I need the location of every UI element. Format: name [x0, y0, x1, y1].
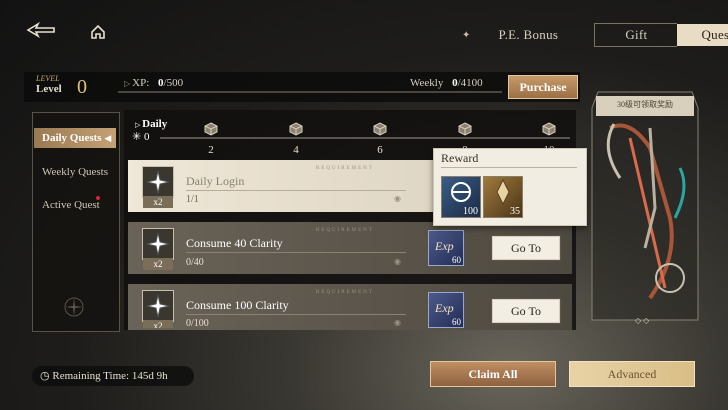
sidebar-item-label: Daily Quests: [42, 132, 102, 144]
reward-popup-divider: [441, 167, 577, 168]
reward-item-token-icon[interactable]: 100: [441, 176, 481, 218]
top-tabs: ✦ P.E. Bonus Gift Quest: [462, 23, 728, 47]
exp-reward-icon[interactable]: Exp 60: [428, 230, 464, 266]
go-to-button[interactable]: Go To: [492, 299, 560, 323]
quest-title: Daily Login: [186, 174, 245, 188]
requirement-label: REQUIREMENT: [316, 228, 374, 233]
exp-reward-icon[interactable]: Exp 60: [428, 292, 464, 328]
milestone-value: 6: [377, 144, 383, 156]
tab-gift[interactable]: Gift: [594, 23, 678, 47]
weekly-total: /4100: [457, 77, 483, 89]
eye-icon[interactable]: ◉: [394, 257, 401, 266]
level-bar: [24, 72, 580, 102]
daily-count: ✳ 0: [132, 130, 149, 143]
star-emblem-icon: [142, 290, 174, 322]
quest-progress-bar: [186, 190, 406, 191]
sparkle-icon: ✳: [132, 131, 144, 143]
reward-item-crystal-icon[interactable]: 35: [483, 176, 523, 218]
weekly-label: Weekly: [410, 77, 444, 89]
showcase-caption: 30级可领取奖励: [617, 100, 673, 109]
exp-emblem: Exp: [435, 239, 454, 253]
xp-label: XP:: [132, 77, 150, 89]
reward-count: 60: [452, 317, 461, 327]
remaining-time: ◷ Remaining Time: 145d 9h: [32, 366, 194, 386]
quest-title: Consume 40 Clarity: [186, 236, 283, 250]
daily-count-value: 0: [143, 131, 150, 143]
level-small-label: LEVEL: [36, 74, 60, 83]
claim-all-button[interactable]: Claim All: [430, 361, 556, 387]
sidebar-item-active-quest[interactable]: Active Quest: [34, 195, 116, 215]
reward-item-count: 35: [510, 206, 520, 217]
xp-readout: ▷ XP: 0/500: [124, 77, 183, 89]
reward-popup-title: Reward: [441, 151, 479, 165]
multiplier-badge: x2: [143, 196, 173, 208]
remaining-time-value: 145d 9h: [131, 370, 168, 382]
daily-label: ▷ Daily: [135, 118, 167, 130]
compass-ornament-icon: [62, 295, 86, 319]
level-label: Level: [36, 83, 62, 95]
purchase-button[interactable]: Purchase: [508, 75, 578, 99]
home-icon[interactable]: [90, 24, 106, 40]
quest-progress-bar: [186, 314, 406, 315]
chest-icon[interactable]: [458, 122, 472, 136]
milestone-value: 4: [293, 144, 299, 156]
quest-title: Consume 100 Clarity: [186, 298, 289, 312]
daily-label-text: Daily: [142, 118, 168, 130]
multiplier-badge: x2: [143, 320, 173, 328]
tab-quest-label: Quest: [701, 27, 728, 42]
chest-icon[interactable]: [204, 122, 218, 136]
arrow-icon: ◀: [104, 133, 112, 143]
sidebar-item-label: Weekly Quests: [42, 166, 109, 178]
exp-emblem: Exp: [435, 301, 454, 315]
weekly-readout: Weekly 0/4100: [410, 77, 483, 89]
remaining-time-label: Remaining Time:: [52, 370, 130, 382]
star-emblem-icon: [142, 228, 174, 260]
quest-progress: 0/40: [186, 257, 204, 268]
reward-showcase-card[interactable]: [590, 88, 700, 328]
chest-icon[interactable]: [373, 122, 387, 136]
daily-progress-track: [160, 137, 570, 139]
back-icon[interactable]: [26, 21, 56, 39]
milestone-value: 2: [208, 144, 214, 156]
sparkle-icon: ✦: [462, 29, 471, 41]
xp-progress-bar: [118, 91, 502, 93]
tab-quest[interactable]: Quest: [677, 24, 728, 46]
notification-dot: [96, 196, 100, 200]
chest-icon[interactable]: [289, 122, 303, 136]
requirement-label: REQUIREMENT: [316, 166, 374, 171]
advanced-button[interactable]: Advanced: [569, 361, 695, 387]
tab-pe-bonus[interactable]: P.E. Bonus: [470, 24, 586, 46]
clock-icon: ◷: [40, 370, 53, 382]
requirement-label: REQUIREMENT: [316, 290, 374, 295]
quest-progress-bar: [186, 252, 406, 253]
reward-count: 60: [452, 255, 461, 265]
xp-marker-icon: ▷: [124, 79, 133, 88]
star-emblem-icon: [142, 166, 174, 198]
multiplier-badge: x2: [143, 258, 173, 270]
sidebar-item-weekly-quests[interactable]: Weekly Quests: [34, 162, 116, 182]
eye-icon[interactable]: ◉: [394, 194, 401, 203]
go-to-button[interactable]: Go To: [492, 236, 560, 260]
reward-item-count: 100: [463, 206, 478, 217]
sidebar-item-label: Active Quest: [42, 199, 100, 211]
xp-total: /500: [163, 77, 184, 89]
quest-progress: 1/1: [186, 194, 199, 205]
level-value: 0: [77, 76, 87, 98]
chest-icon[interactable]: [542, 122, 556, 136]
sidebar-item-daily-quests[interactable]: Daily Quests ◀: [34, 128, 116, 148]
quest-progress: 0/100: [186, 318, 209, 328]
diamond-ornament-icon: ◇ ◇: [635, 316, 650, 325]
eye-icon[interactable]: ◉: [394, 318, 401, 328]
